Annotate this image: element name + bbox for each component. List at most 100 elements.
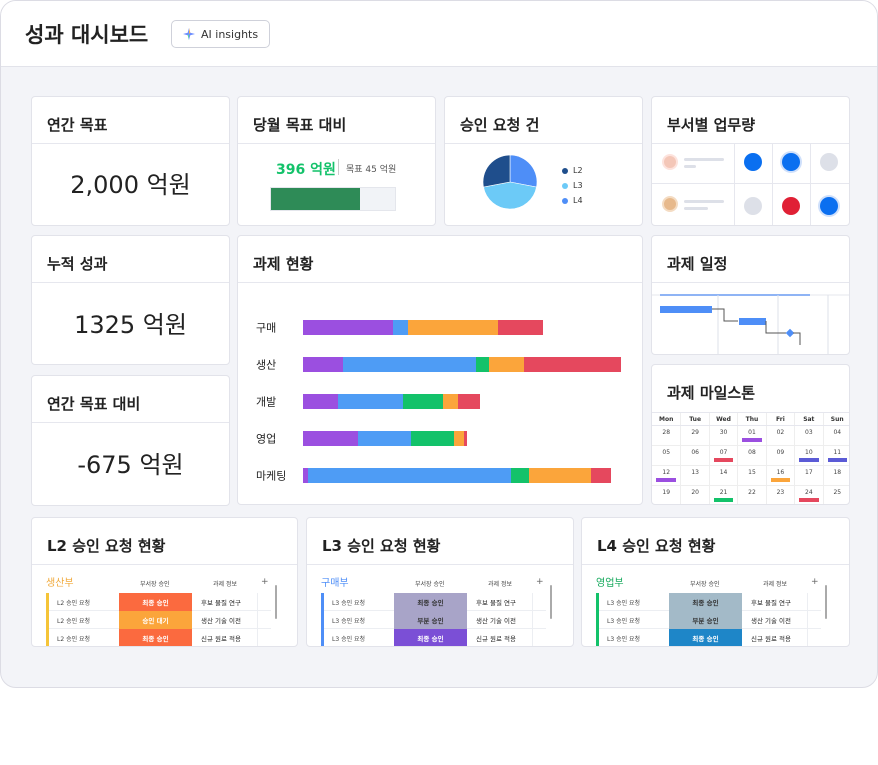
avatar[interactable] xyxy=(662,196,678,212)
workload-card: 부서별 업무량 xyxy=(651,96,850,226)
status-dot[interactable] xyxy=(820,153,838,171)
table-row[interactable]: L3 승인 요청 최종 승인 신규 원료 적용 xyxy=(599,629,821,646)
add-column-button[interactable]: + xyxy=(536,577,544,587)
table-row[interactable]: L3 승인 요청 최종 승인 신규 원료 적용 xyxy=(324,629,546,646)
scrollbar[interactable] xyxy=(550,585,552,619)
day-number: 06 xyxy=(691,449,699,456)
calendar-day[interactable]: 21 xyxy=(708,486,737,504)
task-info: 후보 물질 연구 xyxy=(743,593,808,611)
task-info: 신규 원료 적용 xyxy=(468,629,533,646)
status-badge[interactable]: 부분 승인 xyxy=(394,611,467,629)
status-badge[interactable]: 승인 대기 xyxy=(119,611,192,629)
table-row[interactable]: L3 승인 요청 최종 승인 후보 물질 연구 xyxy=(599,593,821,611)
tasks-bar-chart: 구매생산개발영업마케팅 xyxy=(256,320,621,483)
calendar-day[interactable]: 10 xyxy=(794,446,823,466)
calendar-day[interactable]: 20 xyxy=(680,486,708,504)
bar-segment xyxy=(303,468,308,483)
day-number: 19 xyxy=(662,489,671,496)
table-row[interactable]: L3 승인 요청 부분 승인 생산 기술 이전 xyxy=(324,611,546,629)
request-name: L3 승인 요청 xyxy=(607,599,641,607)
milestone-marker[interactable] xyxy=(827,458,847,462)
day-number: 24 xyxy=(805,489,813,496)
calendar-day[interactable]: 16 xyxy=(765,466,795,486)
milestone-marker[interactable] xyxy=(742,438,762,442)
calendar-day[interactable]: 24 xyxy=(794,486,822,504)
table-row[interactable]: L3 승인 요청 부분 승인 생산 기술 이전 xyxy=(599,611,821,629)
calendar-day[interactable]: 22 xyxy=(737,486,765,504)
calendar-day[interactable]: 08 xyxy=(737,446,766,466)
table-row[interactable]: L2 승인 요청 최종 승인 후보 물질 연구 xyxy=(49,593,271,611)
calendar-day[interactable]: 07 xyxy=(708,446,738,466)
bar-segment xyxy=(464,431,467,446)
status-badge[interactable]: 부분 승인 xyxy=(669,611,742,629)
task-info: 신규 원료 적용 xyxy=(193,629,258,646)
weekday-label: Thu xyxy=(737,413,765,425)
card-title: 연간 목표 xyxy=(47,116,108,134)
calendar-day[interactable]: 05 xyxy=(652,446,681,466)
day-number: 08 xyxy=(748,449,756,456)
status-badge[interactable]: 최종 승인 xyxy=(394,593,467,611)
calendar-day[interactable]: 28 xyxy=(652,426,681,446)
table-row[interactable]: L2 승인 요청 승인 대기 생산 기술 이전 xyxy=(49,611,271,629)
status-dot[interactable] xyxy=(744,197,762,215)
status-badge[interactable]: 최종 승인 xyxy=(669,593,742,611)
scrollbar[interactable] xyxy=(275,585,277,619)
top-bar: 성과 대시보드 AI insights xyxy=(1,1,877,67)
milestone-marker[interactable] xyxy=(713,498,734,502)
milestone-marker[interactable] xyxy=(799,498,819,502)
monthly-value: 396 억원 xyxy=(276,162,336,178)
status-dot[interactable] xyxy=(820,197,838,215)
monthly-progress-bar xyxy=(270,187,396,211)
status-badge[interactable]: 최종 승인 xyxy=(119,593,192,611)
status-badge[interactable]: 최종 승인 xyxy=(119,629,192,646)
calendar-day[interactable]: 04 xyxy=(822,426,849,446)
milestone-marker[interactable] xyxy=(770,478,791,482)
calendar-day[interactable]: 06 xyxy=(680,446,709,466)
calendar-day[interactable]: 09 xyxy=(765,446,795,466)
bar-segment xyxy=(454,431,464,446)
calendar-day[interactable]: 15 xyxy=(737,466,766,486)
status-dot[interactable] xyxy=(782,197,800,215)
scrollbar[interactable] xyxy=(825,585,827,619)
calendar-day[interactable]: 17 xyxy=(794,466,823,486)
category-label: 생산 xyxy=(256,359,276,372)
category-label: 개발 xyxy=(256,396,276,409)
status-badge[interactable]: 최종 승인 xyxy=(394,629,467,646)
calendar-day[interactable]: 30 xyxy=(708,426,738,446)
calendar-day[interactable]: 25 xyxy=(822,486,849,504)
milestone-marker[interactable] xyxy=(799,458,819,462)
calendar-day[interactable]: 11 xyxy=(822,446,849,466)
calendar-day[interactable]: 02 xyxy=(765,426,795,446)
add-column-button[interactable]: + xyxy=(811,577,819,587)
category-label: 마케팅 xyxy=(256,470,286,483)
request-name: L3 승인 요청 xyxy=(332,599,366,607)
tasks-card: 과제 현황 구매 생산 개발 영업 마케팅 xyxy=(237,235,643,505)
calendar-day[interactable]: 18 xyxy=(822,466,849,486)
bar-segment xyxy=(303,357,343,372)
legend-label: L3 xyxy=(573,181,583,190)
department-label: 영업부 xyxy=(596,578,624,589)
status-badge[interactable]: 최종 승인 xyxy=(669,629,742,646)
calendar-day[interactable]: 03 xyxy=(794,426,823,446)
status-dot[interactable] xyxy=(782,153,800,171)
calendar-day[interactable]: 23 xyxy=(765,486,794,504)
calendar-day[interactable]: 14 xyxy=(708,466,738,486)
avatar[interactable] xyxy=(662,154,678,170)
table-row[interactable]: L3 승인 요청 최종 승인 후보 물질 연구 xyxy=(324,593,546,611)
category-label: 영업 xyxy=(256,433,276,446)
day-number: 21 xyxy=(719,489,728,496)
milestone-marker[interactable] xyxy=(656,478,677,482)
ai-insights-button[interactable]: AI insights xyxy=(171,20,270,48)
calendar-day[interactable]: 01 xyxy=(737,426,766,446)
calendar-day[interactable]: 13 xyxy=(680,466,709,486)
calendar-day[interactable]: 19 xyxy=(652,486,680,504)
card-title: 과제 마일스톤 xyxy=(667,384,756,402)
calendar-day[interactable]: 12 xyxy=(652,466,681,486)
bar-segment xyxy=(303,320,393,335)
add-column-button[interactable]: + xyxy=(261,577,269,587)
calendar-day[interactable]: 29 xyxy=(680,426,709,446)
bar-segment xyxy=(529,468,591,483)
milestone-marker[interactable] xyxy=(713,458,734,462)
table-row[interactable]: L2 승인 요청 최종 승인 신규 원료 적용 xyxy=(49,629,271,646)
status-dot[interactable] xyxy=(744,153,762,171)
